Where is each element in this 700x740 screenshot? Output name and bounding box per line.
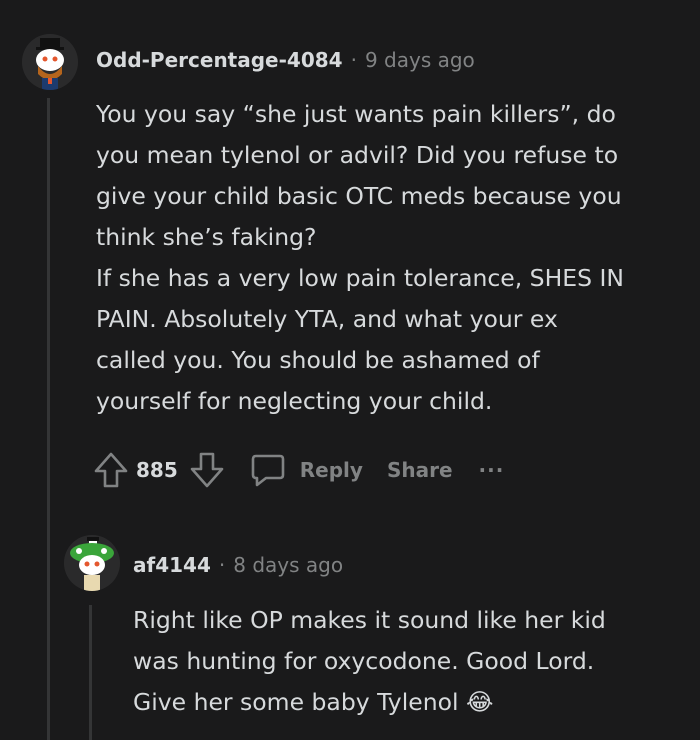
thread-collapse-line[interactable] [47, 98, 50, 740]
user-avatar[interactable] [64, 535, 120, 591]
downvote-icon[interactable] [190, 452, 224, 488]
upvote-icon[interactable] [94, 452, 128, 488]
meta-separator: · [218, 553, 226, 577]
share-button[interactable]: Share [387, 458, 453, 482]
comment-timestamp[interactable]: 9 days ago [365, 48, 475, 72]
more-options-icon[interactable]: ··· [479, 458, 505, 482]
user-avatar[interactable] [22, 34, 78, 90]
comment-body: You you say “she just wants pain killers… [96, 100, 625, 415]
snoo-green-hat-avatar-icon [64, 535, 120, 591]
comment-bubble-icon [250, 452, 286, 488]
comment-action-bar: 885 Reply Share ··· [94, 450, 504, 490]
comment-body: Right like OP makes it sound like her ki… [133, 606, 606, 716]
reply-button[interactable]: Reply [250, 452, 363, 488]
thread-collapse-line[interactable] [89, 605, 92, 740]
comment-username[interactable]: af4144 [133, 553, 211, 577]
meta-separator: · [350, 48, 357, 72]
comment-timestamp[interactable]: 8 days ago [233, 553, 343, 577]
comment-username[interactable]: Odd-Percentage-4084 [96, 48, 343, 72]
reply-label: Reply [299, 458, 363, 482]
snoo-top-hat-avatar-icon [22, 34, 78, 90]
vote-count: 885 [136, 458, 178, 482]
